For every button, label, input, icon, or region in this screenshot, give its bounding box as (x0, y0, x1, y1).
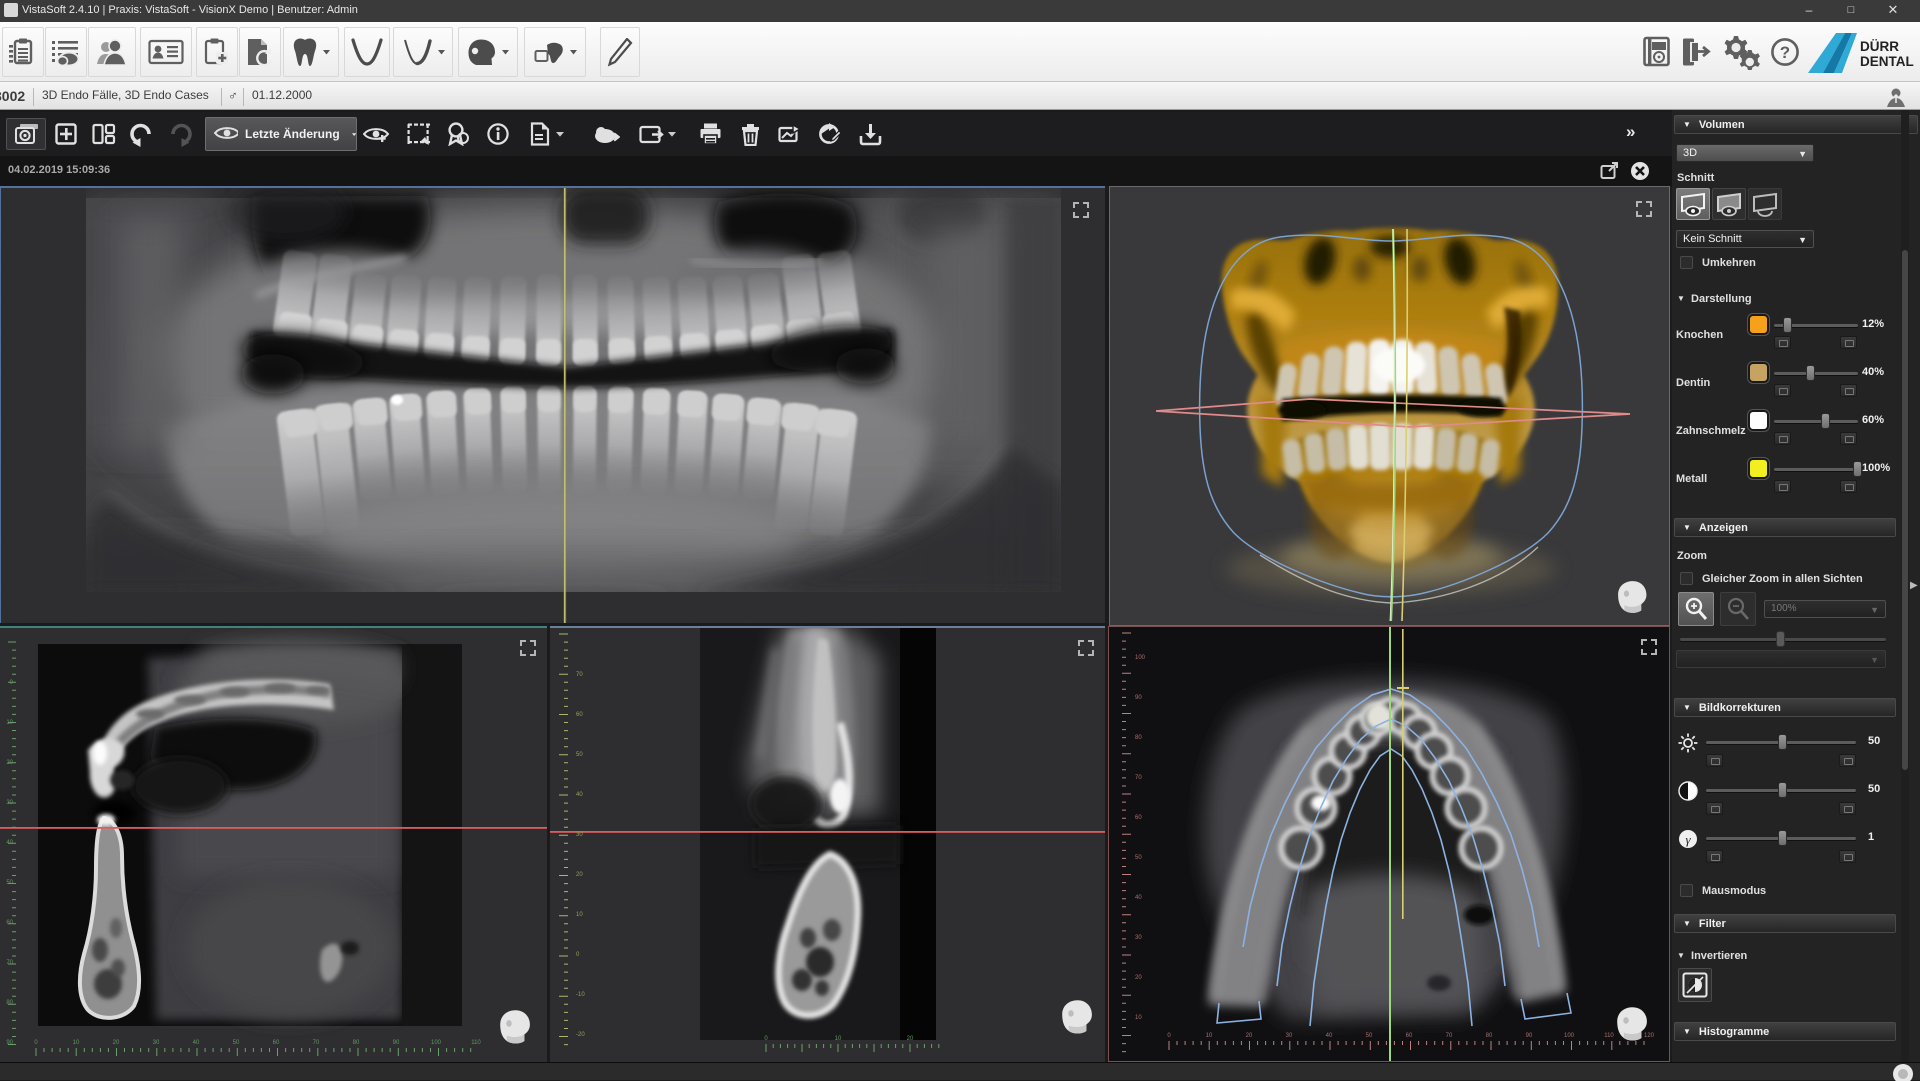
svg-text:30: 30 (576, 832, 583, 838)
svg-text:30: 30 (1135, 935, 1142, 941)
svg-text:80: 80 (1486, 1033, 1493, 1039)
svg-text:40: 40 (1326, 1033, 1333, 1039)
svg-text:20: 20 (6, 760, 13, 766)
svg-text:60: 60 (1406, 1033, 1413, 1039)
svg-text:40: 40 (576, 792, 583, 798)
svg-text:γ: γ (1685, 832, 1691, 847)
svg-text:0: 0 (1167, 1033, 1171, 1039)
svg-text:70: 70 (6, 960, 13, 966)
svg-text:30: 30 (153, 1040, 160, 1046)
svg-text:60: 60 (576, 712, 583, 718)
svg-text:70: 70 (313, 1040, 320, 1046)
svg-text:70: 70 (1135, 775, 1142, 781)
svg-text:40: 40 (1135, 895, 1142, 901)
svg-text:110: 110 (1604, 1033, 1614, 1039)
svg-text:120: 120 (1644, 1033, 1655, 1039)
svg-text:10: 10 (576, 912, 583, 918)
svg-text:60: 60 (1135, 815, 1142, 821)
svg-text:70: 70 (576, 672, 583, 678)
svg-text:50: 50 (6, 880, 13, 886)
svg-text:50: 50 (233, 1040, 240, 1046)
svg-text:20: 20 (113, 1040, 120, 1046)
svg-text:10: 10 (73, 1040, 80, 1046)
svg-text:10: 10 (1135, 1015, 1142, 1021)
svg-text:90: 90 (1526, 1033, 1533, 1039)
svg-text:50: 50 (1366, 1033, 1373, 1039)
svg-text:30: 30 (6, 800, 13, 806)
svg-text:100: 100 (1564, 1033, 1575, 1039)
svg-text:-10: -10 (576, 992, 585, 998)
svg-text:0: 0 (576, 952, 580, 958)
svg-text:50: 50 (1135, 855, 1142, 861)
svg-text:20: 20 (1246, 1033, 1253, 1039)
svg-text:10: 10 (835, 1036, 842, 1042)
svg-text:80: 80 (353, 1040, 360, 1046)
svg-text:30: 30 (1286, 1033, 1293, 1039)
svg-text:0: 0 (10, 680, 14, 686)
svg-text:80: 80 (6, 1000, 13, 1006)
svg-text:40: 40 (193, 1040, 200, 1046)
svg-text:DÜRR: DÜRR (1860, 39, 1899, 54)
svg-text:?: ? (1780, 43, 1790, 62)
svg-text:110: 110 (471, 1040, 481, 1046)
svg-text:10: 10 (1206, 1033, 1213, 1039)
svg-text:70: 70 (1446, 1033, 1453, 1039)
svg-text:40: 40 (6, 840, 13, 846)
svg-text:DENTAL: DENTAL (1860, 54, 1914, 69)
svg-text:20: 20 (576, 872, 583, 878)
svg-text:10: 10 (6, 720, 13, 726)
svg-text:50: 50 (576, 752, 583, 758)
svg-text:20: 20 (907, 1036, 914, 1042)
svg-text:60: 60 (6, 920, 13, 926)
svg-text:80: 80 (1135, 735, 1142, 741)
svg-text:100: 100 (431, 1040, 442, 1046)
svg-text:90: 90 (1135, 695, 1142, 701)
svg-text:100: 100 (1135, 655, 1146, 661)
svg-text:60: 60 (273, 1040, 280, 1046)
svg-text:90: 90 (393, 1040, 400, 1046)
svg-text:20: 20 (1135, 975, 1142, 981)
svg-text:0: 0 (34, 1040, 38, 1046)
svg-text:-20: -20 (576, 1032, 585, 1038)
svg-text:90: 90 (6, 1040, 13, 1046)
